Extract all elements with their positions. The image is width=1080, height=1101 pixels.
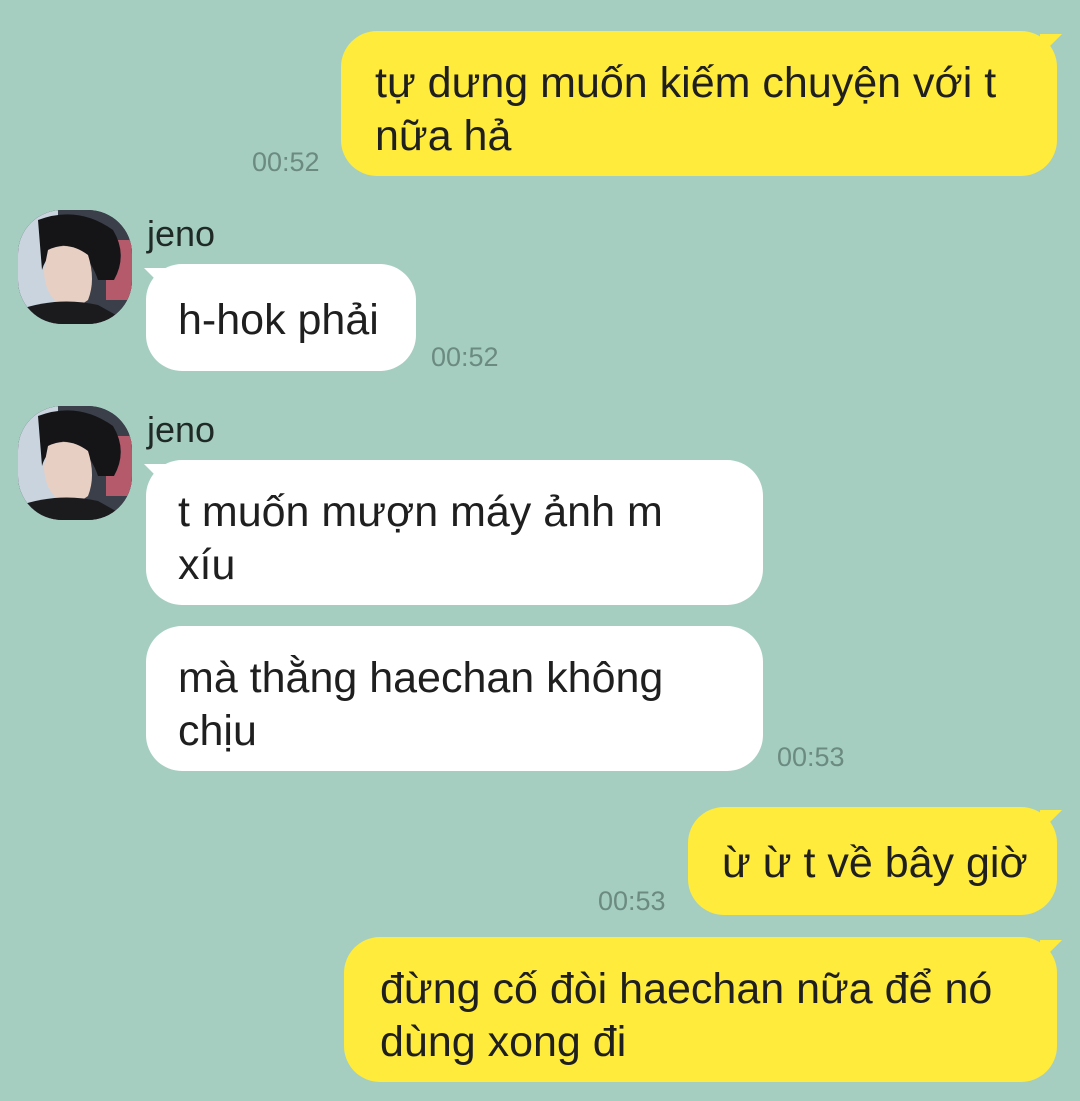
message-text: h-hok phải (178, 296, 379, 344)
avatar-photo-icon (18, 406, 132, 520)
incoming-message-bubble[interactable]: t muốn mượn máy ảnh m xíu (146, 460, 763, 605)
incoming-message-bubble[interactable]: mà thằng haechan không chịu (146, 626, 763, 771)
message-text: tự dưng muốn kiếm chuyện với t nữa hả (375, 59, 997, 160)
outgoing-message-bubble[interactable]: ừ ừ t về bây giờ (688, 807, 1057, 915)
sender-name: jeno (147, 213, 216, 254)
message-timestamp: 00:52 (431, 342, 499, 372)
avatar-photo-icon (18, 210, 132, 324)
message-text: t muốn mượn máy ảnh m xíu (178, 488, 663, 589)
message-text: đừng cố đòi haechan nữa để nó dùng xong … (380, 965, 993, 1066)
message-timestamp: 00:53 (777, 742, 845, 772)
message-timestamp: 00:53 (598, 886, 666, 916)
message-text: mà thằng haechan không chịu (178, 654, 664, 755)
incoming-message-bubble[interactable]: h-hok phải (146, 264, 416, 371)
message-text: ừ ừ t về bây giờ (722, 839, 1028, 887)
outgoing-message-bubble[interactable]: tự dưng muốn kiếm chuyện với t nữa hả (341, 31, 1057, 176)
sender-avatar[interactable] (18, 210, 132, 324)
sender-avatar[interactable] (18, 406, 132, 520)
message-timestamp: 00:52 (252, 147, 320, 177)
outgoing-message-bubble[interactable]: đừng cố đòi haechan nữa để nó dùng xong … (344, 937, 1057, 1082)
sender-name: jeno (147, 409, 216, 450)
